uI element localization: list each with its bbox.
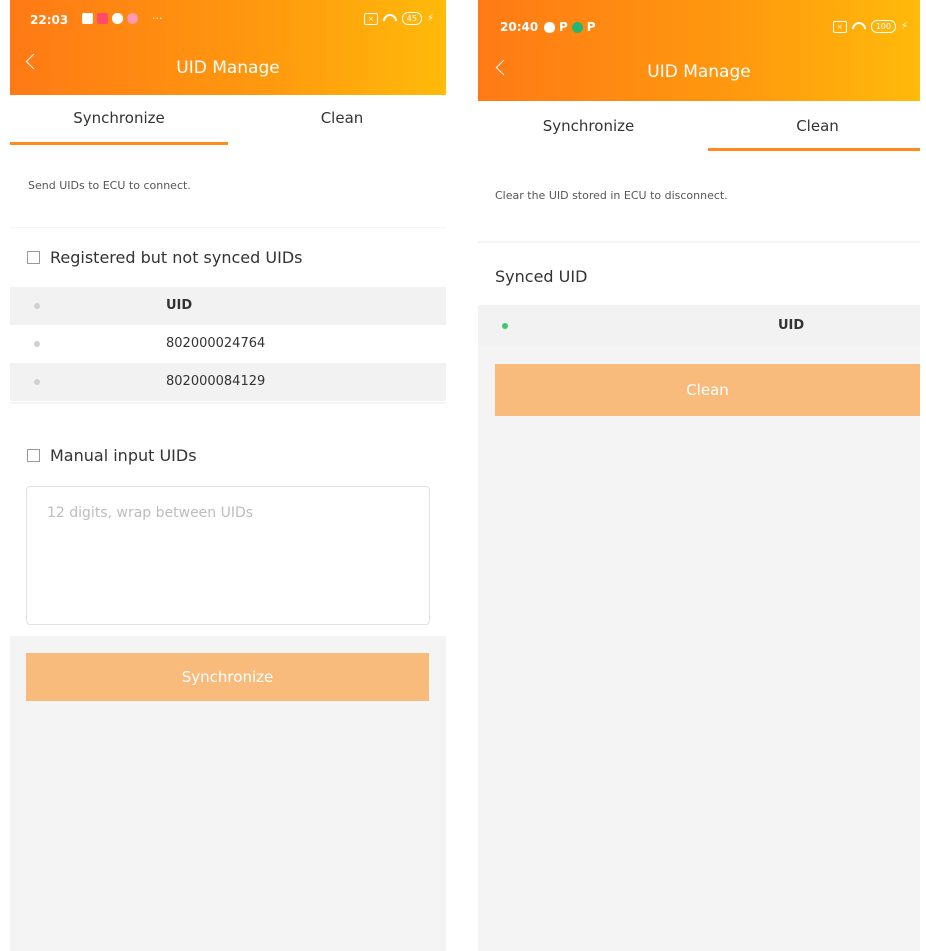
row-dot [34, 379, 40, 385]
description-text: Send UIDs to ECU to connect. [28, 179, 191, 192]
tab-bar: Synchronize Clean [10, 95, 446, 145]
description-panel: Clear the UID stored in ECU to disconnec… [478, 151, 920, 241]
row-dot [34, 341, 40, 347]
navigation-bar: UID Manage [10, 44, 446, 94]
table-row[interactable]: 802000024764 [10, 325, 446, 363]
cat-icon [112, 13, 123, 24]
notification-icons: P P [544, 20, 596, 34]
tab-clean[interactable]: Clean [228, 95, 446, 145]
sim-icon: × [832, 20, 847, 33]
synced-uid-section: Synced UID UID [478, 243, 920, 347]
right-screen: 20:40 P P × 100 ⚡ UID Manage Synchronize… [478, 0, 920, 951]
synced-uid-title: Synced UID [495, 267, 588, 286]
notification-icons: ··· [82, 12, 163, 25]
parking-icon: P [586, 20, 596, 34]
description-panel: Send UIDs to ECU to connect. [10, 145, 446, 227]
registered-checkbox[interactable] [27, 251, 40, 264]
page-title: UID Manage [647, 62, 751, 82]
registered-checkbox-row[interactable]: Registered but not synced UIDs [27, 248, 302, 267]
trash-icon [82, 13, 93, 24]
wifi-icon [383, 14, 397, 24]
header-bar: 20:40 P P × 100 ⚡ UID Manage [478, 0, 920, 101]
parking-icon: P [559, 20, 568, 34]
manual-uid-textarea[interactable]: 12 digits, wrap between UIDs [26, 486, 430, 625]
app-icon [127, 13, 138, 24]
system-status: × 100 ⚡ [832, 20, 908, 33]
uid-table-header: UID [10, 287, 446, 325]
cat-icon [544, 21, 555, 33]
status-bar: 22:03 ··· × 45 ⚡ [10, 0, 446, 36]
app-icon [571, 21, 583, 33]
video-icon [97, 13, 108, 24]
uid-table-header: UID [478, 305, 920, 347]
clean-button[interactable]: Clean [495, 364, 920, 416]
registered-checkbox-label: Registered but not synced UIDs [50, 248, 303, 267]
synchronize-button[interactable]: Synchronize [26, 653, 429, 701]
tab-clean[interactable]: Clean [699, 101, 920, 151]
wifi-icon [852, 22, 866, 32]
charging-icon: ⚡ [426, 13, 434, 24]
battery-icon: 45 [401, 12, 422, 25]
synced-dot [502, 323, 508, 329]
header-bar: 22:03 ··· × 45 ⚡ UID Manage [10, 0, 446, 95]
manual-checkbox-row[interactable]: Manual input UIDs [27, 446, 197, 465]
manual-checkbox-label: Manual input UIDs [50, 446, 197, 465]
page-title: UID Manage [176, 58, 280, 78]
uid-value: 802000084129 [166, 374, 266, 389]
uid-value: 802000024764 [166, 336, 266, 351]
sim-icon: × [363, 12, 378, 25]
tab-synchronize[interactable]: Synchronize [478, 101, 699, 151]
description-text: Clear the UID stored in ECU to disconnec… [495, 189, 728, 202]
left-screen: 22:03 ··· × 45 ⚡ UID Manage Synchronize … [10, 0, 446, 951]
status-time: 20:40 [500, 20, 539, 34]
navigation-bar: UID Manage [478, 50, 920, 100]
registered-uids-section: Registered but not synced UIDs UID 80200… [10, 228, 446, 402]
more-notifications-icon: ··· [152, 12, 163, 25]
status-bar: 20:40 P P × 100 ⚡ [478, 0, 920, 36]
tab-bar: Synchronize Clean [478, 101, 920, 151]
uid-column-header: UID [778, 318, 805, 333]
manual-checkbox[interactable] [27, 449, 40, 462]
status-time: 22:03 [30, 13, 69, 27]
header-dot [34, 303, 40, 309]
system-status: × 45 ⚡ [363, 12, 434, 25]
manual-input-section: Manual input UIDs 12 digits, wrap betwee… [10, 404, 446, 636]
tab-synchronize[interactable]: Synchronize [10, 95, 228, 145]
table-row[interactable]: 802000084129 [10, 363, 446, 401]
battery-icon: 100 [870, 20, 896, 33]
charging-icon: ⚡ [900, 21, 908, 32]
uid-column-header: UID [166, 298, 193, 313]
